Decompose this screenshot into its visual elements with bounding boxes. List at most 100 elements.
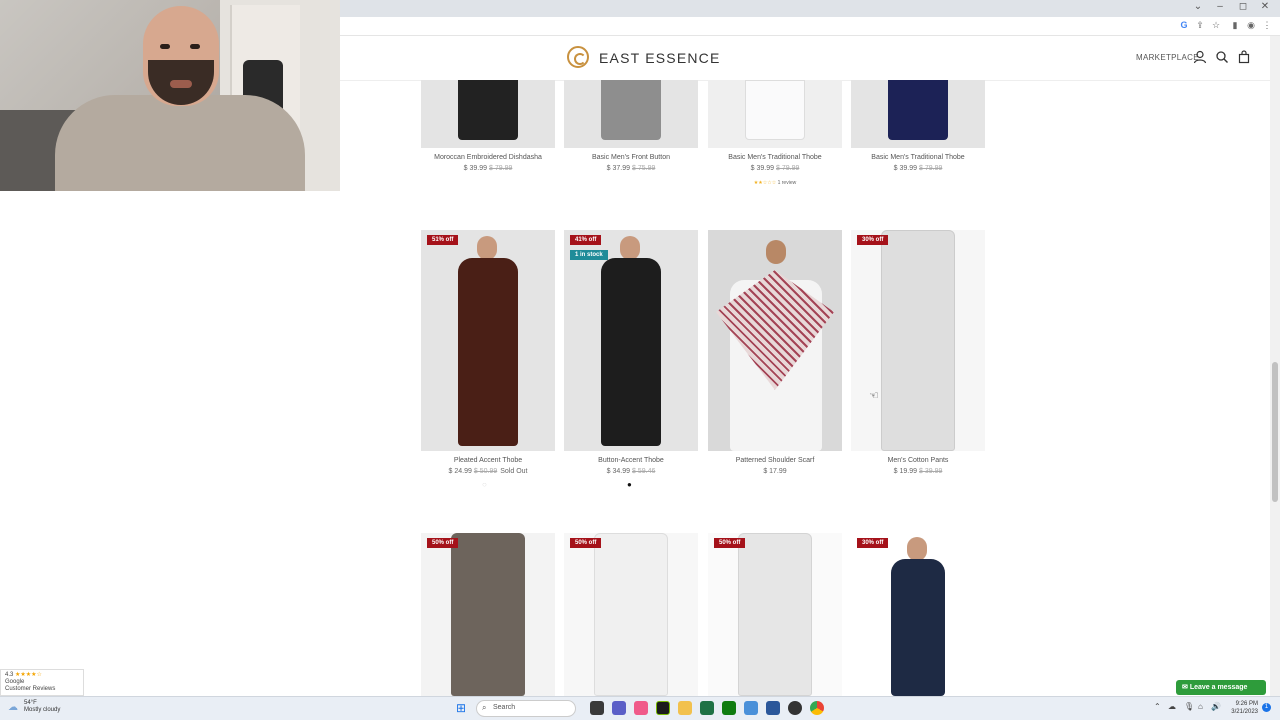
- address-bar[interactable]: G ⇪ ☆ ▮ ◉ ⋮: [340, 17, 1280, 36]
- compare-price: $ 59.46: [632, 468, 656, 475]
- model-head: [620, 236, 640, 260]
- tab-list-button[interactable]: ⌄: [1186, 1, 1210, 12]
- model-head: [766, 240, 786, 264]
- side-panel-icon[interactable]: ▮: [1229, 20, 1241, 31]
- product-image[interactable]: [708, 80, 842, 148]
- cart-icon[interactable]: [1237, 50, 1251, 64]
- product-name[interactable]: Pleated Accent Thobe: [421, 457, 555, 464]
- snipping-tool-icon[interactable]: [744, 701, 758, 715]
- stock-badge: 1 in stock: [570, 250, 608, 260]
- google-icon[interactable]: G: [1178, 20, 1190, 30]
- product-image[interactable]: 41% off 1 in stock: [564, 230, 698, 451]
- rating-line: 4.3 ★★★★☆: [5, 672, 79, 679]
- site-header: EAST ESSENCE MARKETPLACE: [340, 36, 1280, 81]
- product-price: $ 39.99 $ 79.99: [708, 165, 842, 172]
- color-swatch[interactable]: ●: [627, 480, 632, 489]
- product-image[interactable]: 50% off: [708, 533, 842, 696]
- chat-app-icon[interactable]: [612, 701, 626, 715]
- scrollbar-thumb[interactable]: [1272, 362, 1278, 502]
- task-view-icon[interactable]: [590, 701, 604, 715]
- product-image[interactable]: 50% off: [421, 533, 555, 696]
- network-icon[interactable]: ⌂: [1198, 702, 1203, 711]
- robe-shape: [458, 80, 518, 140]
- product-image[interactable]: [421, 80, 555, 148]
- search-placeholder: Search: [493, 704, 516, 711]
- weather-icon[interactable]: ☁: [8, 702, 18, 713]
- price: $ 19.99: [893, 468, 917, 475]
- product-name[interactable]: Men's Cotton Pants: [851, 457, 985, 464]
- account-icon[interactable]: [1193, 50, 1207, 64]
- share-icon[interactable]: ⇪: [1194, 20, 1206, 31]
- rating-value: 4.3: [5, 672, 14, 678]
- compare-price: $ 79.99: [489, 165, 513, 172]
- maximize-button[interactable]: ◻: [1231, 1, 1255, 12]
- cloud-sync-icon[interactable]: ☁: [1168, 702, 1176, 711]
- obs-icon[interactable]: [788, 701, 802, 715]
- eye: [160, 44, 170, 49]
- tray-overflow-icon[interactable]: ⌃: [1154, 702, 1161, 711]
- compare-price: $ 50.99: [473, 468, 498, 475]
- search-icon[interactable]: [1215, 50, 1229, 64]
- page-scrollbar[interactable]: [1270, 36, 1280, 696]
- product-image[interactable]: [851, 80, 985, 148]
- product-image[interactable]: 51% off: [421, 230, 555, 451]
- product-price: $ 37.99 $ 75.99: [564, 165, 698, 172]
- robe-shape: [458, 258, 518, 446]
- taskbar-clock[interactable]: 9:26 PM 3/21/2023: [1226, 700, 1258, 716]
- bookmark-star-icon[interactable]: ☆: [1210, 20, 1222, 31]
- review-count: 1 review: [777, 180, 797, 186]
- product-name[interactable]: Moroccan Embroidered Dishdasha: [421, 154, 555, 161]
- price: $ 39.99: [893, 165, 917, 172]
- compare-price: $ 79.99: [776, 165, 800, 172]
- product-price: $ 19.99 $ 39.99: [851, 468, 985, 475]
- robe-shape: [745, 80, 805, 140]
- taskbar-search-box[interactable]: ⌕ Search: [476, 700, 576, 717]
- product-price: $ 34.99 $ 59.46: [564, 468, 698, 475]
- product-image[interactable]: [708, 230, 842, 451]
- microphone-icon[interactable]: 🎙: [1184, 702, 1194, 711]
- leave-message-button[interactable]: ✉ Leave a message: [1176, 680, 1266, 695]
- weather-temp: 54°F: [24, 700, 37, 706]
- mouth: [170, 80, 192, 88]
- xbox-icon[interactable]: [722, 701, 736, 715]
- clock-time: 9:26 PM: [1235, 701, 1258, 707]
- product-image[interactable]: 30% off: [851, 230, 985, 451]
- hand-cursor-icon: ☜: [869, 390, 879, 402]
- color-swatch[interactable]: ○: [482, 480, 487, 489]
- menu-kebab-icon[interactable]: ⋮: [1261, 20, 1273, 31]
- product-image[interactable]: 30% off: [851, 533, 985, 696]
- product-image[interactable]: [564, 80, 698, 148]
- music-app-icon[interactable]: [634, 701, 648, 715]
- minimize-button[interactable]: –: [1208, 1, 1232, 12]
- sold-out-label: Sold Out: [500, 468, 528, 475]
- product-name[interactable]: Patterned Shoulder Scarf: [708, 457, 842, 464]
- marketplace-link[interactable]: MARKETPLACE: [1136, 53, 1199, 62]
- discount-badge: 41% off: [570, 235, 602, 245]
- google-reviews-widget[interactable]: 4.3 ★★★★☆ Google Customer Reviews: [0, 669, 84, 696]
- file-explorer-icon[interactable]: [678, 701, 692, 715]
- product-name[interactable]: Button-Accent Thobe: [564, 457, 698, 464]
- product-name[interactable]: Basic Men's Traditional Thobe: [851, 154, 985, 161]
- nvidia-icon[interactable]: [656, 701, 670, 715]
- reviews-source: Google: [5, 679, 25, 685]
- notification-badge[interactable]: 1: [1262, 703, 1271, 712]
- pants-shape: [738, 533, 812, 696]
- logo-text[interactable]: EAST ESSENCE: [599, 50, 721, 66]
- robe-shape: [601, 80, 661, 140]
- weather-widget[interactable]: 54°F Mostly cloudy: [24, 700, 60, 714]
- logo-icon[interactable]: [567, 46, 589, 68]
- close-window-button[interactable]: ✕: [1253, 1, 1277, 12]
- product-image[interactable]: 50% off: [564, 533, 698, 696]
- compare-price: $ 79.99: [919, 165, 943, 172]
- start-menu-icon[interactable]: ⊞: [456, 701, 466, 715]
- product-name[interactable]: Basic Men's Traditional Thobe: [708, 154, 842, 161]
- review-summary[interactable]: ★★☆☆☆ 1 review: [708, 180, 842, 186]
- excel-icon[interactable]: [700, 701, 714, 715]
- price: $ 39.99: [463, 165, 487, 172]
- volume-icon[interactable]: 🔊: [1211, 702, 1221, 711]
- profile-icon[interactable]: ◉: [1245, 20, 1257, 31]
- word-icon[interactable]: [766, 701, 780, 715]
- chrome-icon[interactable]: [810, 701, 824, 715]
- reviews-label: Customer Reviews: [5, 686, 56, 692]
- product-name[interactable]: Basic Men's Front Button: [564, 154, 698, 161]
